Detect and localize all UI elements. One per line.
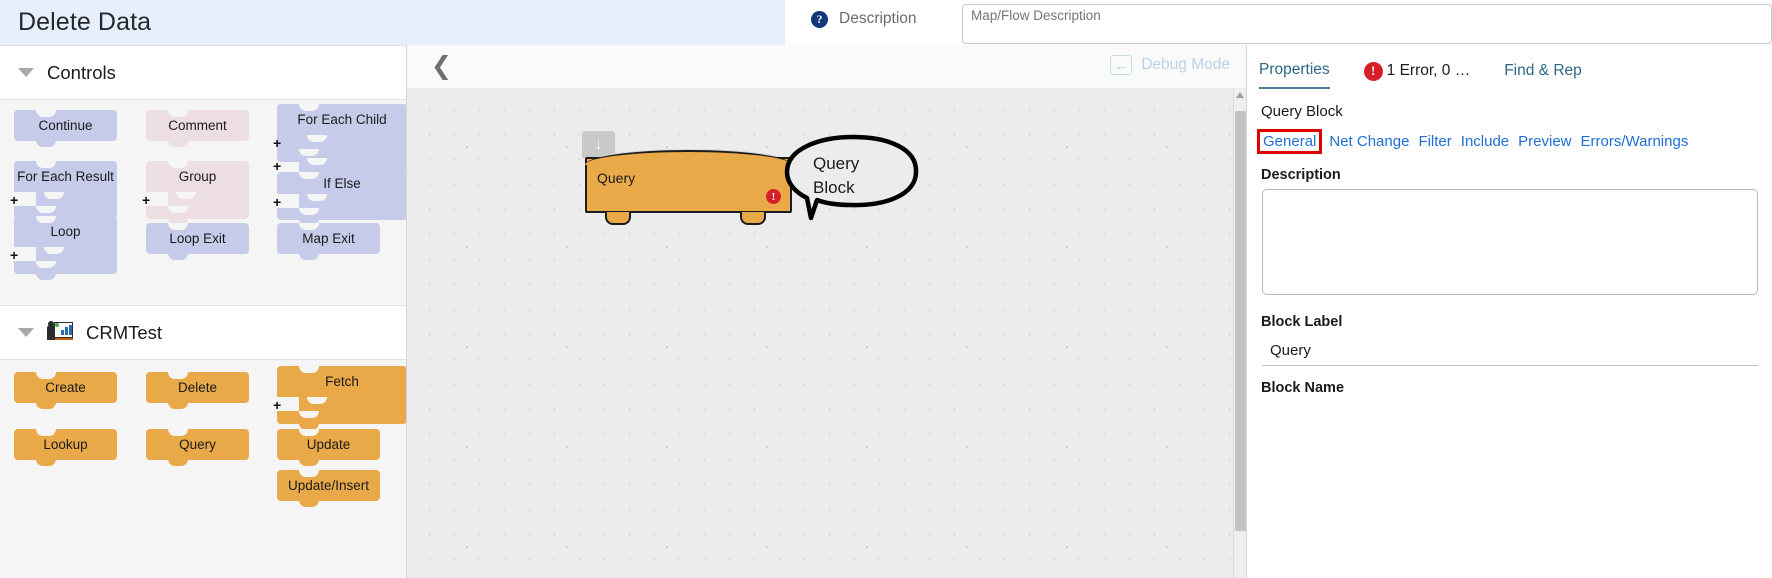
block-label-field-label: Block Label	[1261, 314, 1343, 330]
help-circle-icon[interactable]: ?	[811, 10, 828, 28]
block-label: Create	[45, 380, 86, 395]
subtab-include[interactable]: Include	[1461, 133, 1509, 150]
subtab-filter[interactable]: Filter	[1418, 133, 1451, 150]
palette-section-title: Controls	[47, 61, 116, 83]
description-field-label: Description	[1261, 167, 1341, 183]
subtab-general[interactable]: General	[1256, 128, 1323, 155]
palette-block-map-exit[interactable]: Map Exit	[277, 223, 380, 260]
map-canvas[interactable]: ↓ Query ! Query Block	[407, 89, 1246, 578]
palette-block-for-each-child[interactable]: For Each Child +	[273, 104, 406, 168]
description-label: Description	[839, 10, 917, 27]
add-child-icon[interactable]: +	[10, 248, 18, 262]
palette-section-header-crmtest[interactable]: CRMTest	[0, 305, 406, 360]
block-label: Loop Exit	[169, 231, 226, 246]
palette-blocks-controls: Continue Comment For Each Child + For Ea…	[0, 100, 406, 305]
palette-section-title: CRMTest	[86, 321, 163, 343]
tab-properties[interactable]: Properties	[1259, 61, 1330, 89]
block-label: If Else	[323, 175, 361, 191]
annotation-line-2: Block	[813, 178, 855, 197]
palette-block-create[interactable]: Create	[14, 372, 117, 409]
block-name-field-label: Block Name	[1261, 380, 1345, 396]
properties-block-kind: Query Block	[1261, 103, 1343, 120]
block-label: Query	[179, 437, 216, 452]
palette-block-continue[interactable]: Continue	[14, 110, 117, 147]
caret-down-icon[interactable]	[18, 328, 34, 337]
map-description-zone: ? Description	[785, 0, 1772, 45]
node-tab-right	[740, 212, 766, 225]
page-title: Delete Data	[18, 8, 152, 36]
map-description-input[interactable]	[962, 4, 1772, 44]
block-label: Fetch	[325, 374, 359, 389]
canvas-toolbar: ❮ ← Debug Mode	[407, 45, 1246, 89]
canvas-vertical-scrollbar[interactable]	[1233, 89, 1246, 578]
crm-presenter-icon	[47, 320, 73, 345]
map-designer-window: Delete Data ? Description Controls Conti…	[0, 0, 1772, 578]
block-name-input[interactable]	[1262, 402, 1758, 432]
block-label: Continue	[38, 118, 93, 133]
canvas-node-query[interactable]: ↓ Query !	[582, 131, 792, 225]
scroll-up-arrow-icon[interactable]	[1236, 92, 1244, 98]
block-label-input[interactable]	[1262, 336, 1758, 366]
palette-block-query[interactable]: Query	[146, 429, 249, 466]
map-canvas-area: ❮ ← Debug Mode ↓ Query ! Query Block	[407, 45, 1246, 578]
top-header: Delete Data ? Description	[0, 0, 1772, 45]
node-tab-left	[605, 212, 631, 225]
debug-mode-button[interactable]: ← Debug Mode	[1110, 55, 1230, 75]
palette-block-lookup[interactable]: Lookup	[14, 429, 117, 466]
annotation-line-1: Query	[813, 154, 860, 173]
block-label: Comment	[168, 118, 227, 133]
palette-block-group[interactable]: Group +	[142, 161, 249, 225]
block-label: Delete	[177, 380, 218, 395]
subtab-errors-warnings[interactable]: Errors/Warnings	[1581, 133, 1689, 150]
palette-block-fetch[interactable]: Fetch +	[273, 366, 406, 430]
block-label: Group	[178, 169, 217, 184]
palette-blocks-crmtest: Create Delete Fetch + Lookup Query Updat…	[0, 360, 406, 540]
subtab-preview[interactable]: Preview	[1518, 133, 1571, 150]
tab-find-replace[interactable]: Find & Rep	[1504, 62, 1582, 88]
node-label: Query	[597, 170, 636, 186]
chevron-left-icon[interactable]: ❮	[431, 54, 452, 79]
properties-subtabs: General Net Change Filter Include Preview Err…	[1247, 120, 1767, 155]
description-textarea[interactable]	[1262, 189, 1758, 295]
palette-block-comment[interactable]: Comment	[146, 110, 249, 147]
tab-errors[interactable]: ! 1 Error, 0 …	[1363, 61, 1471, 89]
palette-block-loop-exit[interactable]: Loop Exit	[146, 223, 249, 260]
tab-errors-label: 1 Error, 0 …	[1386, 62, 1471, 79]
add-branch-icon[interactable]: +	[273, 159, 281, 173]
add-child-icon[interactable]: +	[142, 193, 150, 207]
palette-block-if-else[interactable]: + If Else +	[273, 158, 406, 226]
palette-block-delete[interactable]: Delete	[146, 372, 249, 409]
add-child-icon[interactable]: +	[273, 398, 281, 412]
scrollbar-thumb[interactable]	[1235, 111, 1246, 531]
block-label: Lookup	[43, 437, 88, 452]
block-palette: Controls Continue Comment For Each Child…	[0, 45, 407, 578]
node-card[interactable]: Query !	[585, 150, 792, 213]
properties-tabstrip: Properties ! 1 Error, 0 … Find & Rep	[1247, 45, 1772, 91]
arrow-left-icon: ←	[1110, 55, 1133, 75]
map-title-zone: Delete Data	[0, 0, 785, 45]
add-branch-icon-2[interactable]: +	[273, 195, 281, 209]
block-label: For Each Result	[17, 169, 114, 184]
block-label: Map Exit	[302, 231, 355, 246]
annotation-callout: Query Block	[777, 132, 925, 222]
block-label: Update	[306, 437, 351, 452]
subtab-net-change[interactable]: Net Change	[1329, 133, 1409, 150]
annotation-text: Query Block	[813, 152, 859, 200]
palette-block-update-insert[interactable]: Update/Insert	[277, 470, 380, 507]
palette-block-for-each-result[interactable]: For Each Result +	[10, 161, 117, 225]
caret-down-icon[interactable]	[18, 68, 34, 77]
palette-block-update[interactable]: Update	[277, 429, 380, 466]
palette-block-loop[interactable]: Loop +	[10, 216, 117, 280]
debug-mode-label: Debug Mode	[1141, 56, 1230, 73]
properties-panel: Properties ! 1 Error, 0 … Find & Rep Que…	[1246, 45, 1772, 578]
palette-section-header-controls[interactable]: Controls	[0, 45, 406, 100]
block-label: For Each Child	[297, 112, 387, 127]
add-child-icon[interactable]: +	[273, 136, 281, 150]
error-exclamation-icon: !	[1363, 61, 1383, 81]
add-child-icon[interactable]: +	[10, 193, 18, 207]
description-label-group: ? Description	[785, 4, 940, 28]
block-label: Update/Insert	[287, 478, 370, 493]
block-label: Loop	[50, 224, 81, 239]
